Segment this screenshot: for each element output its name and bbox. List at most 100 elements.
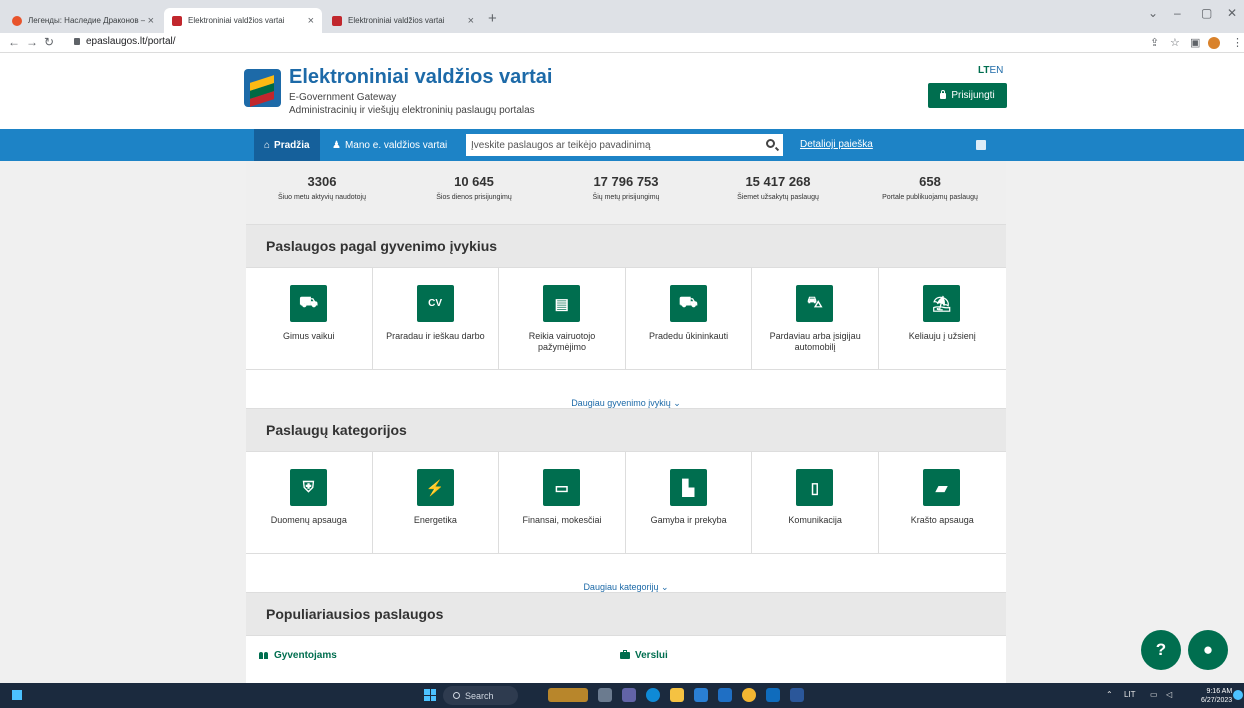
- url-field[interactable]: epaslaugos.lt/portal/: [86, 36, 176, 47]
- detail-search-link[interactable]: Detalioji paieška: [800, 139, 873, 150]
- col-label: Verslui: [635, 650, 668, 661]
- popular-residents-heading[interactable]: Gyventojams: [259, 650, 337, 661]
- menu-dots-icon[interactable]: ⋮: [1232, 36, 1243, 49]
- browser-tab[interactable]: Легенды: Наследие Драконов – ×: [4, 8, 162, 33]
- more-life-events-link[interactable]: Daugiau gyvenimo įvykių ⌄: [246, 370, 1006, 408]
- life-event-tile[interactable]: ⛟ Pradedu ūkininkauti: [625, 268, 753, 370]
- tab-favicon-icon: [172, 15, 182, 26]
- lang-lt-link[interactable]: LT: [978, 65, 989, 76]
- popular-heading: Populiariausios paslaugos: [246, 592, 1006, 636]
- input-language[interactable]: LIT: [1124, 690, 1136, 699]
- shield-icon: ⛨: [290, 469, 327, 506]
- life-event-tile[interactable]: ▤ Reikia vairuotojo pažymėjimo: [499, 268, 626, 370]
- site-tagline: Administracinių ir viešųjų elektroninių …: [289, 105, 535, 116]
- widgets-icon[interactable]: [12, 690, 22, 700]
- edge-icon[interactable]: [646, 688, 660, 702]
- stat-item: 15 417 268 Šiemet užsakytų paslaugų: [702, 174, 854, 201]
- tab-close-icon[interactable]: ×: [468, 15, 474, 27]
- forward-icon[interactable]: →: [26, 35, 38, 49]
- accessibility-icon[interactable]: [976, 140, 986, 150]
- bookmark-star-icon[interactable]: ☆: [1170, 36, 1180, 49]
- category-tile[interactable]: ⚡ Energetika: [372, 452, 500, 554]
- car-icon: ⛍: [796, 285, 834, 322]
- home-icon: ⌂: [264, 139, 271, 151]
- life-event-tile[interactable]: ⛟ Gimus vaikui: [246, 268, 373, 370]
- login-button[interactable]: Prisijungti: [928, 83, 1007, 108]
- tab-label: Elektroniniai valdžios vartai: [348, 16, 445, 25]
- tab-search-chevron-icon[interactable]: ⌄: [1148, 6, 1158, 20]
- site-subtitle: E-Government Gateway: [289, 92, 397, 103]
- cv-icon: CV: [416, 285, 454, 322]
- tile-label: Reikia vairuotojo pažymėjimo: [528, 331, 596, 352]
- categories-heading: Paslaugų kategorijos: [246, 408, 1006, 452]
- windows-start-icon[interactable]: [424, 689, 436, 701]
- news-widget-icon[interactable]: [548, 688, 588, 702]
- lang-en-link[interactable]: EN: [989, 65, 1003, 76]
- tab-close-icon[interactable]: ×: [308, 15, 314, 27]
- stat-item: 658 Portale publikuojamų paslaugų: [854, 174, 1006, 201]
- category-tiles: ⛨ Duomenų apsauga ⚡ Energetika ▭ Finansa…: [246, 452, 1006, 554]
- section-title: Paslaugų kategorijos: [266, 422, 407, 438]
- profile-avatar[interactable]: [1208, 37, 1220, 49]
- chrome-icon[interactable]: [742, 688, 756, 702]
- taskbar-search-label: Search: [465, 690, 494, 701]
- tab-close-icon[interactable]: ×: [148, 15, 154, 27]
- folder-icon[interactable]: [670, 688, 684, 702]
- chat-button[interactable]: ●: [1188, 630, 1228, 670]
- search-icon[interactable]: [766, 139, 775, 148]
- mail-icon[interactable]: [718, 688, 732, 702]
- tile-label: Gimus vaikui: [283, 331, 335, 341]
- help-button[interactable]: ?: [1141, 630, 1181, 670]
- category-tile[interactable]: ▭ Finansai, mokesčiai: [499, 452, 626, 554]
- tab-label: Легенды: Наследие Драконов –: [28, 16, 146, 25]
- life-event-tile[interactable]: ⛍ Pardaviau arba įsigijau automobilį: [752, 268, 879, 370]
- new-tab-button[interactable]: +: [488, 10, 497, 27]
- tile-label: Finansai, mokesčiai: [522, 515, 602, 525]
- reload-icon[interactable]: ↻: [44, 35, 54, 49]
- site-title[interactable]: Elektroniniai valdžios vartai: [289, 66, 552, 89]
- nav-mano-vartai[interactable]: ♟ Mano e. valdžios vartai: [332, 129, 447, 161]
- lock-icon: [940, 89, 947, 99]
- tile-label: Krašto apsauga: [910, 515, 974, 525]
- category-tile[interactable]: ▙ Gamyba ir prekyba: [625, 452, 753, 554]
- notification-icon[interactable]: [1233, 690, 1243, 700]
- site-header: Elektroniniai valdžios vartai E-Governme…: [0, 53, 1244, 129]
- taskbar-search[interactable]: Search: [443, 686, 518, 705]
- nav-home[interactable]: ⌂ Pradžia: [254, 129, 320, 161]
- category-tile[interactable]: ⛨ Duomenų apsauga: [246, 452, 373, 554]
- stat-value: 658: [919, 174, 941, 189]
- category-tile[interactable]: ▰ Krašto apsauga: [878, 452, 1006, 554]
- stat-item: 17 796 753 Šių metų prisijungimų: [550, 174, 702, 201]
- more-label: Daugiau gyvenimo įvykių: [571, 398, 671, 408]
- network-icon[interactable]: ▭: [1150, 690, 1158, 699]
- lock-icon[interactable]: [74, 38, 80, 45]
- stat-label: Šių metų prisijungimų: [592, 194, 660, 201]
- restore-icon[interactable]: ▢: [1201, 6, 1212, 20]
- teams-icon[interactable]: [622, 688, 636, 702]
- briefcase-icon: [620, 650, 630, 659]
- life-event-tile[interactable]: ⛱ Keliauju į užsienį: [878, 268, 1006, 370]
- store-icon[interactable]: [694, 688, 708, 702]
- statistics-bar: 3306 Šiuo metu aktyvių naudotojų 10 645 …: [246, 161, 1006, 224]
- search-input[interactable]: [466, 134, 783, 156]
- tray-chevron-icon[interactable]: ⌃: [1106, 690, 1113, 699]
- more-categories-link[interactable]: Daugiau kategorijų ⌄: [246, 554, 1006, 592]
- volume-icon[interactable]: ◁: [1166, 690, 1172, 699]
- window-close-icon[interactable]: ✕: [1227, 6, 1237, 20]
- life-event-tile[interactable]: CV Praradau ir ieškau darbo: [372, 268, 500, 370]
- browser-tab[interactable]: Elektroniniai valdžios vartai ×: [324, 8, 482, 33]
- outlook-icon[interactable]: [766, 688, 780, 702]
- category-tile[interactable]: ▯ Komunikacija: [752, 452, 879, 554]
- file-explorer-icon[interactable]: [598, 688, 612, 702]
- tab-favicon-icon: [332, 15, 342, 26]
- search-icon: [453, 692, 460, 699]
- clock[interactable]: 9:16 AM 6/27/2023: [1201, 687, 1232, 705]
- share-icon[interactable]: ⇪: [1150, 36, 1159, 49]
- minimize-icon[interactable]: –: [1174, 6, 1181, 20]
- back-icon[interactable]: ←: [8, 35, 20, 49]
- word-icon[interactable]: [790, 688, 804, 702]
- sidepanel-icon[interactable]: ▣: [1190, 36, 1200, 49]
- browser-tab-active[interactable]: Elektroniniai valdžios vartai ×: [164, 8, 322, 33]
- site-logo[interactable]: [244, 69, 281, 107]
- popular-business-heading[interactable]: Verslui: [620, 650, 668, 661]
